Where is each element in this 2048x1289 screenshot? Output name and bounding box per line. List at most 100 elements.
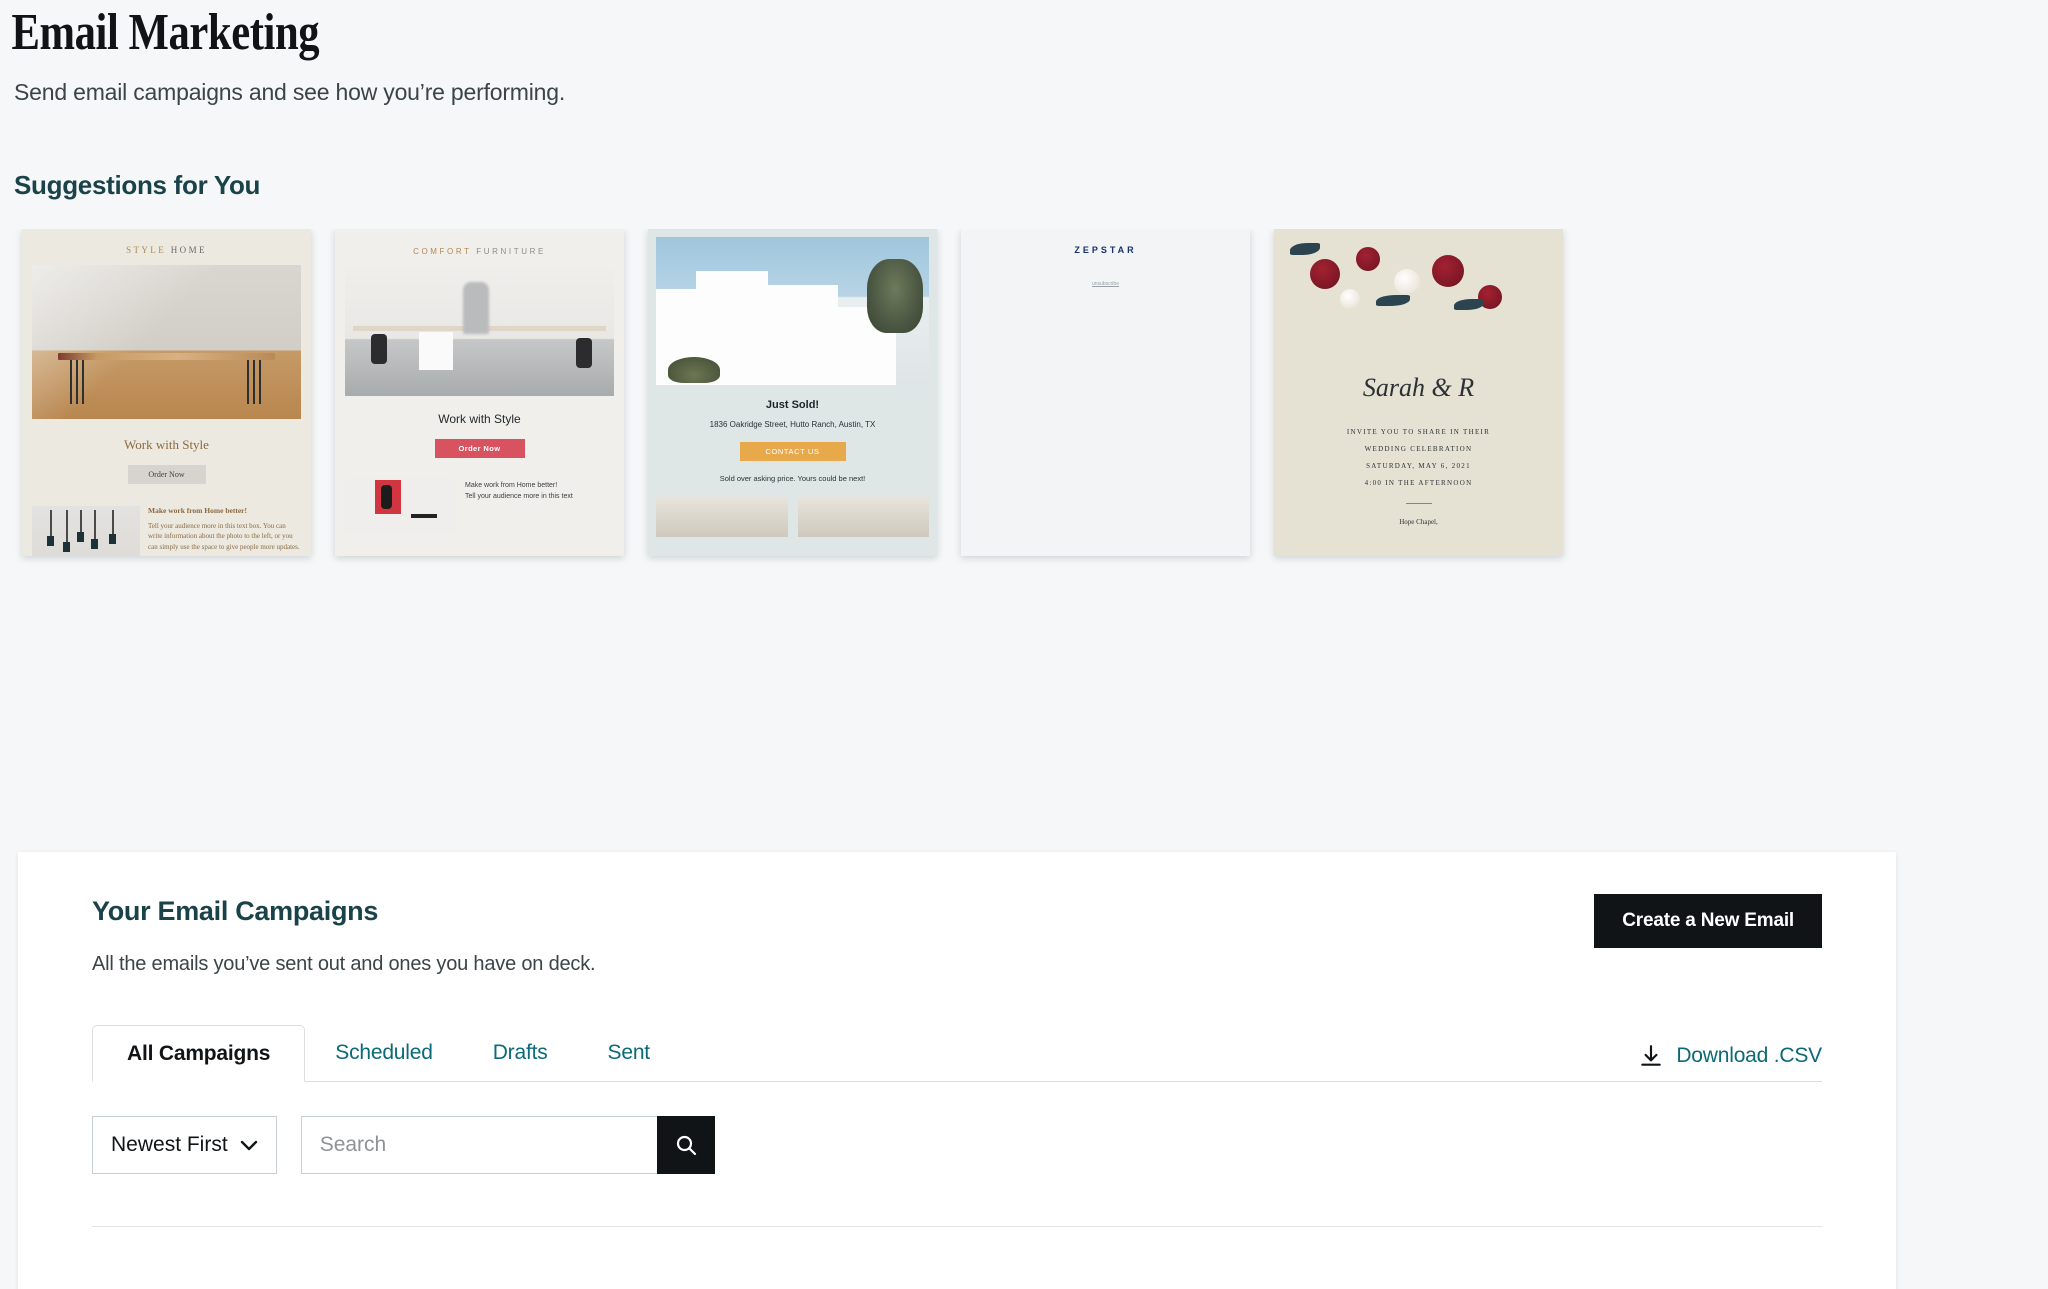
invite-line-1: INVITE YOU TO SHARE IN THEIR [1346, 427, 1491, 436]
chevron-down-icon [240, 1139, 258, 1151]
suggestions-heading: Suggestions for You [14, 169, 261, 200]
tab-sent[interactable]: Sent [578, 1024, 680, 1081]
bench-top [58, 352, 275, 360]
template-brand: ZEPSTAR [1074, 244, 1137, 255]
template-body-text: Make work from Home better! Tell your au… [148, 506, 301, 556]
body-paragraph: Tell your audience more in this text box… [148, 521, 300, 552]
template-note: Sold over asking price. Yours could be n… [719, 473, 866, 483]
template-body-row: Make work from Home better! Tell your au… [32, 505, 301, 556]
sort-value: Newest First [111, 1133, 228, 1156]
template-caption: Just Sold! [765, 398, 820, 411]
template-card-just-sold[interactable]: Just Sold! 1836 Oakridge Street, Hutto R… [648, 228, 937, 556]
template-body-row: Make work from Home better! Tell your au… [345, 477, 614, 532]
body-paragraph: Tell your audience more in this text [465, 492, 573, 500]
download-csv-label: Download .CSV [1676, 1044, 1822, 1067]
hero-image-office [345, 267, 614, 396]
download-icon [1638, 1043, 1664, 1069]
panel-title: Your Email Campaigns [92, 896, 379, 926]
bench-leg [82, 359, 84, 404]
lamp-bulb [77, 531, 84, 542]
lamp-bulb [63, 541, 70, 552]
template-cta-button: Order Now [434, 438, 525, 458]
filter-row: Newest First [92, 1116, 1822, 1174]
table-divider [92, 1226, 1822, 1227]
campaign-tabs: All Campaigns Scheduled Drafts Sent Down… [92, 1024, 1822, 1082]
bush [668, 356, 720, 383]
bench-leg [253, 359, 255, 404]
search-icon [674, 1133, 698, 1157]
template-caption: Work with Style [438, 411, 521, 426]
hero-image-house [656, 236, 929, 385]
person-silhouette [463, 281, 489, 334]
search-button[interactable] [656, 1116, 715, 1174]
bench-leg [70, 359, 72, 404]
search-bar [300, 1116, 715, 1174]
tab-scheduled[interactable]: Scheduled [305, 1024, 462, 1081]
template-cta-button: CONTACT US [739, 441, 846, 461]
file-cabinet [419, 331, 453, 370]
template-card-zepstar[interactable]: ZEPSTAR HOW WAS YOUR SLEEP? Tell your au… [961, 228, 1250, 556]
create-new-email-button[interactable]: Create a New Email [1594, 894, 1822, 948]
red-rose [1356, 246, 1380, 271]
floral-illustration [1282, 237, 1555, 365]
template-card-list: STYLE HOME Work with Style Order Now Mak… [0, 228, 2048, 569]
template-body-row [656, 496, 929, 537]
tree [867, 258, 923, 333]
panel-subtitle: All the emails you’ve sent out and ones … [92, 953, 596, 975]
lamp-cord [50, 509, 52, 536]
office-chair [576, 337, 592, 368]
lamp-bulb [47, 535, 54, 546]
office-chair [371, 333, 387, 364]
template-card-style-home[interactable]: STYLE HOME Work with Style Order Now Mak… [22, 228, 311, 556]
tab-all-campaigns[interactable]: All Campaigns [92, 1025, 306, 1082]
white-rose [1394, 268, 1420, 295]
download-csv-button[interactable]: Download .CSV [1638, 1043, 1822, 1069]
interior-photo [656, 496, 788, 537]
shelf-bar [411, 513, 437, 518]
template-caption: Work with Style [124, 436, 209, 452]
template-brand: COMFORT FURNITURE [345, 239, 614, 268]
tab-drafts[interactable]: Drafts [463, 1024, 578, 1081]
template-brand: STYLE HOME [32, 239, 301, 265]
invite-line-4: 4:00 IN THE AFTERNOON [1364, 478, 1473, 487]
couple-names: Sarah & R [1362, 372, 1475, 402]
brand-rest: HOME [170, 244, 207, 255]
leaf [1290, 242, 1320, 255]
white-rose [1340, 288, 1360, 309]
template-preview: STYLE HOME Work with Style Order Now Mak… [22, 228, 311, 556]
hero-image-bench [32, 264, 301, 419]
lamps-photo [32, 505, 140, 556]
leaf [1376, 294, 1410, 306]
lamp-bulb [109, 533, 116, 544]
template-card-comfort-furniture[interactable]: COMFORT FURNITURE Work with Style Order … [335, 228, 624, 556]
invite-line-2: WEDDING CELEBRATION [1364, 444, 1473, 453]
venue-name: Hope Chapel, [1399, 517, 1438, 526]
leaf [1454, 298, 1484, 310]
sort-select[interactable]: Newest First [92, 1116, 277, 1174]
template-preview: Sarah & R INVITE YOU TO SHARE IN THEIR W… [1274, 228, 1563, 556]
lamp-cord [66, 509, 68, 542]
lamp-bulb [91, 538, 98, 549]
interior-photo [797, 496, 929, 537]
figure-silhouette [381, 484, 392, 509]
red-rose [1310, 258, 1340, 289]
invite-line-3: SATURDAY, MAY 6, 2021 [1366, 461, 1471, 470]
template-preview: Just Sold! 1836 Oakridge Street, Hutto R… [648, 228, 937, 556]
bench-leg [259, 359, 261, 404]
brand-rest: FURNITURE [476, 246, 546, 256]
body-heading: Make work from Home better! [148, 505, 247, 515]
template-body-text: Make work from Home better! Tell your au… [465, 478, 614, 532]
lamp-cord [80, 509, 82, 532]
brand-accent: COMFORT [413, 246, 472, 256]
red-rose [1432, 254, 1464, 287]
bench-leg [76, 359, 78, 404]
page-subtitle: Send email campaigns and see how you’re … [14, 78, 566, 105]
template-card-wedding[interactable]: Sarah & R INVITE YOU TO SHARE IN THEIR W… [1274, 228, 1563, 556]
lamp-cord [94, 509, 96, 539]
suggestions-carousel: STYLE HOME Work with Style Order Now Mak… [0, 228, 2048, 569]
brand-accent: STYLE [126, 244, 167, 255]
lamp-cord [112, 509, 114, 534]
panel-content: Your Email Campaigns All the emails you’… [18, 852, 1896, 1227]
search-input[interactable] [300, 1116, 657, 1174]
template-preview: COMFORT FURNITURE Work with Style Order … [335, 228, 624, 556]
